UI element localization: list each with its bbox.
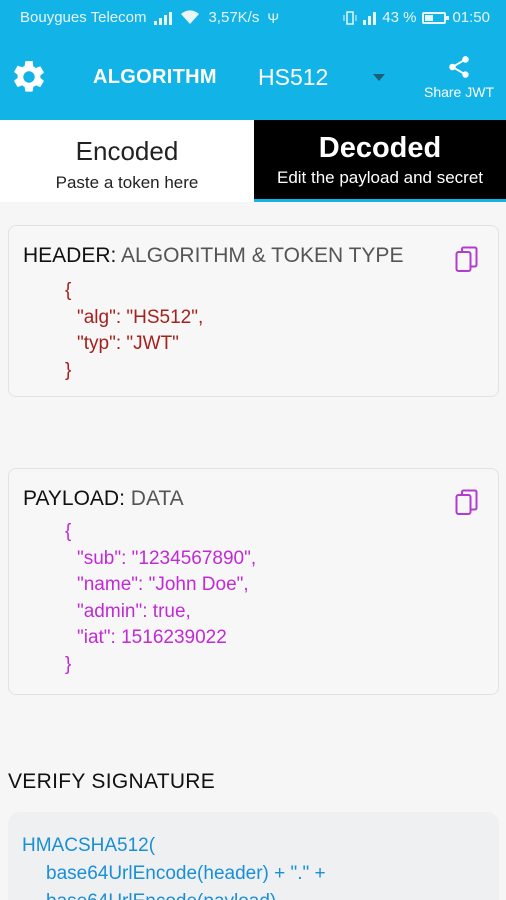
network-speed: 3,57K/s: [208, 9, 260, 26]
header-title-label: HEADER:: [23, 244, 117, 267]
app-toolbar: ALGORITHM HS512 Share JWT: [0, 36, 506, 120]
header-subtitle-label: ALGORITHM & TOKEN TYPE: [121, 244, 404, 267]
header-card: HEADER: ALGORITHM & TOKEN TYPE { "alg": …: [8, 225, 499, 397]
carrier-name: Bouygues Telecom: [20, 9, 147, 26]
signal-icon: [154, 11, 173, 25]
tab-decoded-subtitle: Edit the payload and secret: [276, 168, 484, 187]
json-line: "alg": "HS512",: [77, 306, 204, 328]
header-card-title: HEADER: ALGORITHM & TOKEN TYPE: [23, 244, 403, 268]
algorithm-select[interactable]: HS512: [258, 64, 328, 91]
json-line: {: [65, 280, 72, 301]
json-line: "admin": true,: [77, 600, 191, 622]
status-bar: Bouygues Telecom 3,57K/s Ψ 43 % 01:50: [0, 0, 506, 36]
payload-card: PAYLOAD: DATA { "sub": "1234567890", "na…: [8, 468, 499, 695]
verify-code: HMACSHA512( base64UrlEncode(header) + ".…: [22, 832, 326, 900]
share-jwt-button[interactable]: Share JWT: [416, 54, 502, 100]
usb-icon: Ψ: [267, 9, 280, 26]
code-line: base64UrlEncode(payload),: [22, 888, 326, 900]
header-json-editor[interactable]: { "alg": "HS512", "typ": "JWT" }: [65, 278, 203, 384]
code-line: base64UrlEncode(header) + "." +: [46, 863, 326, 884]
copy-icon[interactable]: [455, 489, 479, 517]
battery-percent: 43 %: [382, 9, 417, 26]
payload-subtitle-label: DATA: [130, 487, 184, 510]
clock: 01:50: [452, 9, 490, 26]
json-line: }: [65, 653, 72, 675]
signal-strength-icon: [363, 11, 377, 25]
share-jwt-label: Share JWT: [423, 84, 494, 100]
verify-signature-box[interactable]: HMACSHA512( base64UrlEncode(header) + ".…: [8, 812, 499, 900]
tab-decoded[interactable]: Decoded Edit the payload and secret: [254, 120, 506, 202]
json-line: }: [65, 359, 72, 381]
code-line: HMACSHA512(: [22, 835, 156, 856]
vibrate-icon: [343, 10, 357, 25]
json-line: "typ": "JWT": [77, 333, 179, 354]
chevron-down-icon[interactable]: [373, 74, 385, 81]
wifi-icon: [181, 10, 200, 24]
tab-encoded-title: Encoded: [75, 136, 179, 166]
share-icon: [449, 56, 469, 78]
payload-title-label: PAYLOAD:: [23, 487, 125, 510]
battery-icon: [422, 11, 450, 24]
payload-json-editor[interactable]: { "sub": "1234567890", "name": "John Doe…: [65, 519, 256, 678]
json-line: "sub": "1234567890",: [77, 547, 257, 569]
json-line: {: [65, 521, 72, 542]
algorithm-label: ALGORITHM: [93, 66, 217, 88]
gear-icon[interactable]: [10, 58, 48, 96]
tab-encoded-subtitle: Paste a token here: [55, 173, 199, 192]
verify-signature-title: VERIFY SIGNATURE: [8, 770, 216, 793]
payload-card-title: PAYLOAD: DATA: [23, 487, 184, 511]
tab-encoded[interactable]: Encoded Paste a token here: [0, 120, 254, 202]
json-line: "name": "John Doe",: [77, 574, 249, 595]
json-line: "iat": 1516239022: [77, 627, 227, 648]
tab-decoded-title: Decoded: [318, 132, 442, 164]
tab-bar: Encoded Paste a token here Decoded Edit …: [0, 120, 506, 202]
copy-icon[interactable]: [455, 246, 479, 274]
